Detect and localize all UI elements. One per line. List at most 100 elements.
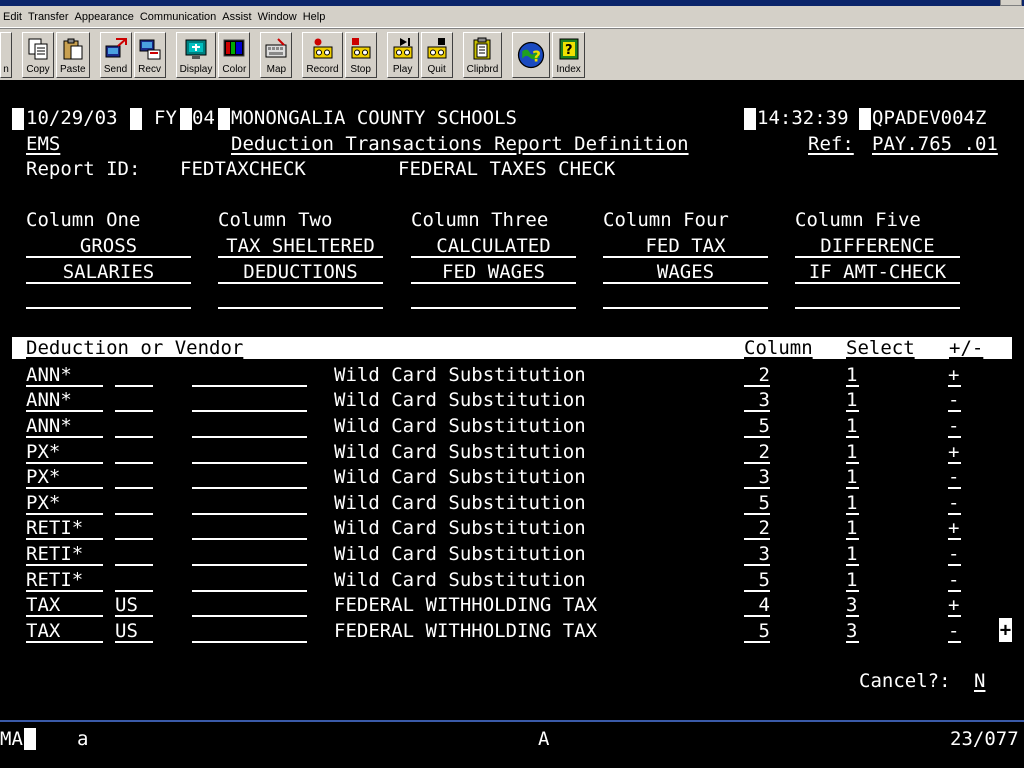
input-underline (948, 615, 961, 618)
deduction-description: Wild Card Substitution (334, 363, 586, 386)
input-underline (26, 461, 103, 464)
input-underline (192, 538, 307, 541)
header-time: 14:32:39 (757, 107, 849, 129)
column-two-line3-field[interactable] (218, 307, 383, 310)
input-underline (26, 589, 103, 592)
input-underline (26, 410, 103, 413)
record-icon (313, 38, 332, 58)
deduction-description: Wild Card Substitution (334, 415, 586, 437)
display-icon (185, 39, 207, 59)
input-underline (603, 281, 768, 284)
menu-transfer[interactable]: Transfer (25, 11, 72, 23)
paste-button[interactable]: Paste (56, 31, 90, 78)
stop-icon (351, 37, 371, 58)
input-underline (846, 564, 859, 566)
globe-help-icon: ? (518, 41, 545, 68)
ref-label: Ref: (808, 132, 854, 155)
input-underline (115, 640, 153, 643)
input-underline (846, 384, 859, 387)
clipboard-button[interactable]: Clipbrd (462, 31, 503, 78)
table-row: PX* Wild Card Substitution 3 1- (0, 465, 1024, 491)
column-one-line3-field[interactable] (26, 307, 191, 310)
color-icon (223, 39, 245, 56)
input-underline (744, 461, 770, 464)
recv-button[interactable]: Recv (133, 31, 166, 78)
column-four-line3-field[interactable] (603, 307, 768, 310)
table-header-bar: Deduction or Vendor Column Select +/- (12, 337, 1012, 359)
column-line2-row: SALARIES DEDUCTIONS FED WAGES WAGES IF A… (0, 260, 1024, 286)
attribute-block (218, 108, 230, 130)
input-underline (26, 281, 191, 284)
menu-help[interactable]: Help (300, 11, 329, 23)
quit-button[interactable]: Quit (420, 31, 453, 78)
status-flag: a (77, 728, 89, 750)
cancel-input[interactable]: N (974, 669, 985, 695)
menu-assist[interactable]: Assist (219, 11, 254, 23)
column-three-label: Column Three (411, 209, 549, 232)
column-one-label: Column One (26, 209, 141, 232)
display-button[interactable]: Display (175, 31, 217, 78)
attribute-block (12, 108, 24, 130)
send-button[interactable]: Send (99, 31, 132, 78)
receive-icon (139, 39, 161, 59)
input-underline (218, 281, 383, 284)
play-button[interactable]: Play (386, 31, 419, 78)
column-three-line3-field[interactable] (411, 307, 576, 310)
toolbar: n Copy Paste Send Recv Display Color Map… (0, 28, 1024, 80)
deduction-description: Wild Card Substitution (334, 466, 586, 489)
menu-appearance[interactable]: Appearance (72, 11, 137, 23)
input-underline (192, 487, 307, 490)
stop-button[interactable]: Stop (344, 31, 377, 78)
quit-icon (427, 37, 447, 58)
column-four-label: Column Four (603, 209, 729, 232)
table-row: RETI* Wild Card Substitution 2 1 + (0, 516, 1024, 542)
menu-communication[interactable]: Communication (137, 11, 219, 23)
copy-button[interactable]: Copy (22, 31, 54, 78)
column-five-line3-field[interactable] (795, 307, 960, 310)
status-bar: MA a A 23/077 (0, 720, 1024, 768)
select-header: Select (846, 337, 915, 359)
cancel-row: Cancel?: N (0, 669, 1024, 695)
svg-text:?: ? (533, 47, 542, 65)
input-underline (948, 640, 961, 643)
system-name: EMS (26, 132, 61, 155)
record-button[interactable]: Record (302, 31, 343, 78)
input-underline (603, 256, 768, 258)
deduction-description: Wild Card Substitution (334, 517, 586, 540)
color-button[interactable]: Color (218, 31, 251, 78)
column-five-label: Column Five (795, 209, 921, 232)
input-underline (846, 589, 859, 592)
screen-title: Deduction Transactions Report Definition (231, 132, 689, 155)
column-line1-row: GROSS TAX SHELTERED CALCULATED FED TAX D… (0, 234, 1024, 260)
terminal-screen[interactable]: 10/29/03 FY 04 MONONGALIA COUNTY SCHOOLS… (0, 80, 1024, 720)
input-underline (744, 436, 770, 438)
input-underline (192, 461, 307, 464)
attribute-block (130, 108, 142, 130)
table-row: TAX US FEDERAL WITHHOLDING TAX 5 3- (0, 619, 1024, 645)
menu-edit[interactable]: Edit (0, 11, 25, 23)
toolbar-button-partial[interactable]: n (0, 31, 12, 78)
header-fy-label: FY (154, 107, 177, 129)
report-id-row: Report ID: FEDTAXCHECK FEDERAL TAXES CHE… (0, 157, 1024, 183)
input-underline (948, 410, 961, 413)
play-icon (393, 37, 413, 58)
table-row: PX* Wild Card Substitution 5 1- (0, 491, 1024, 517)
table-row: PX* Wild Card Substitution 2 1 + (0, 440, 1024, 466)
input-underline (744, 589, 770, 592)
help-globe-button[interactable]: ? (512, 31, 551, 78)
input-underline (115, 384, 153, 387)
more-indicator: + (999, 618, 1012, 642)
header-row: 10/29/03 FY 04 MONONGALIA COUNTY SCHOOLS… (0, 106, 1024, 132)
input-underline (846, 461, 859, 464)
send-icon (105, 37, 127, 57)
index-button[interactable]: ? Index (552, 31, 585, 78)
input-underline (846, 640, 859, 643)
map-button[interactable]: Map (260, 31, 293, 78)
input-underline (26, 512, 103, 515)
input-underline (744, 538, 770, 541)
cancel-label: Cancel?: (859, 670, 951, 692)
input-underline (115, 615, 153, 618)
cursor-position: 23/077 (950, 728, 1019, 750)
menu-window[interactable]: Window (255, 11, 300, 23)
table-row: TAX US FEDERAL WITHHOLDING TAX 4 3 + (0, 593, 1024, 619)
